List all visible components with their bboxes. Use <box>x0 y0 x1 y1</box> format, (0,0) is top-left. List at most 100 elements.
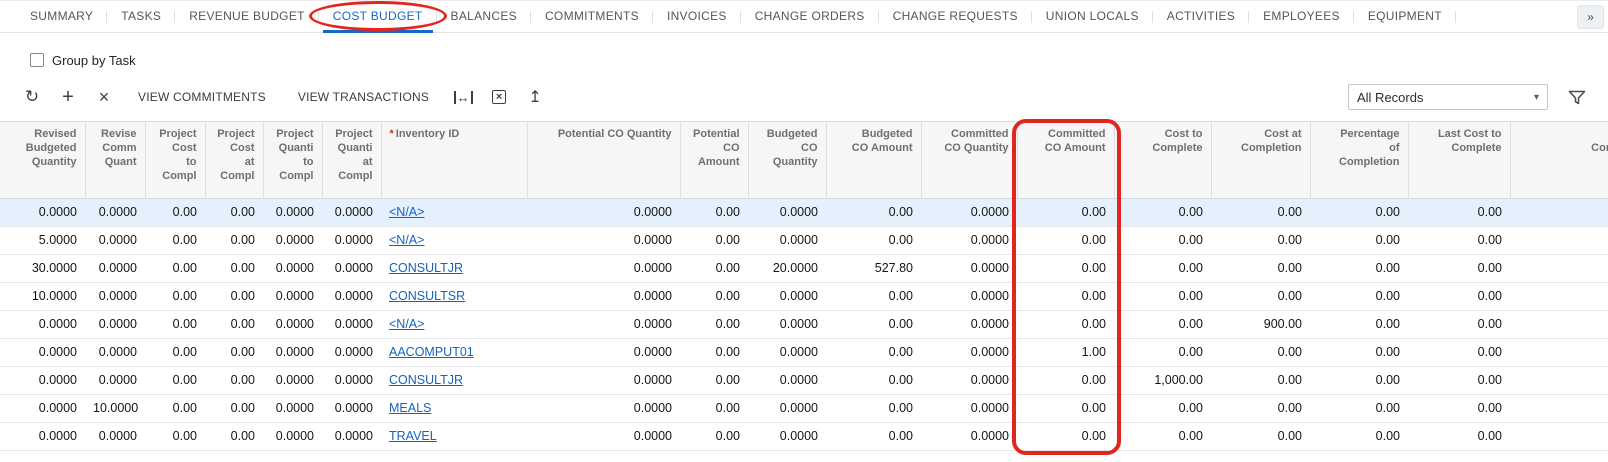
cell-potential-co-quantity[interactable]: 0.0000 <box>527 310 680 338</box>
inventory-id-link[interactable]: <N/A> <box>389 233 424 247</box>
inventory-id-link[interactable]: TRAVEL <box>389 429 437 443</box>
table-row[interactable]: 30.00000.00000.000.000.00000.0000CONSULT… <box>0 254 1608 282</box>
cell-project-cost-to-complete[interactable]: 0.00 <box>145 394 205 422</box>
cell-project-cost-to-complete[interactable]: 0.00 <box>145 254 205 282</box>
cell-budgeted-co-amount[interactable]: 0.00 <box>826 366 921 394</box>
cell-project-quantity-at-completion[interactable]: 0.0000 <box>322 338 381 366</box>
cell-cost-at-completion[interactable]: 0.00 <box>1211 282 1310 310</box>
column-header-last-completion[interactable]: LastComple <box>1510 122 1608 198</box>
cell-project-quantity-to-complete[interactable]: 0.0000 <box>263 422 322 450</box>
cell-project-cost-to-complete[interactable]: 0.00 <box>145 226 205 254</box>
cell-cost-to-complete[interactable]: 0.00 <box>1114 226 1211 254</box>
cell-project-quantity-at-completion[interactable]: 0.0000 <box>322 366 381 394</box>
cell-project-quantity-to-complete[interactable]: 0.0000 <box>263 254 322 282</box>
cell-committed-co-quantity[interactable]: 0.0000 <box>921 310 1017 338</box>
cell-potential-co-amount[interactable]: 0.00 <box>680 422 748 450</box>
cell-potential-co-amount[interactable]: 0.00 <box>680 366 748 394</box>
cell-last-cost-to-complete[interactable]: 0.00 <box>1408 366 1510 394</box>
column-header-percentage-of-completion[interactable]: PercentageofCompletion <box>1310 122 1408 198</box>
cell-project-cost-to-complete[interactable]: 0.00 <box>145 366 205 394</box>
table-row[interactable]: 0.00000.00000.000.000.00000.0000<N/A>0.0… <box>0 198 1608 226</box>
tab-equipment[interactable]: EQUIPMENT <box>1354 1 1456 32</box>
cell-project-cost-at-completion[interactable]: 0.00 <box>205 422 263 450</box>
cell-budgeted-co-quantity[interactable]: 20.0000 <box>748 254 826 282</box>
cell-project-cost-at-completion[interactable]: 0.00 <box>205 338 263 366</box>
tab-invoices[interactable]: INVOICES <box>653 1 741 32</box>
cell-budgeted-co-quantity[interactable]: 0.0000 <box>748 366 826 394</box>
cell-committed-co-amount[interactable]: 0.00 <box>1017 226 1114 254</box>
cell-cost-to-complete[interactable]: 0.00 <box>1114 338 1211 366</box>
cell-revised-budgeted-quantity[interactable]: 30.0000 <box>0 254 85 282</box>
cell-committed-co-quantity[interactable]: 0.0000 <box>921 338 1017 366</box>
inventory-id-link[interactable]: CONSULTJR <box>389 261 463 275</box>
cell-last-cost-to-complete[interactable]: 0.00 <box>1408 254 1510 282</box>
cell-revised-budgeted-quantity[interactable]: 5.0000 <box>0 226 85 254</box>
tab-change-requests[interactable]: CHANGE REQUESTS <box>879 1 1032 32</box>
cell-budgeted-co-amount[interactable]: 527.80 <box>826 254 921 282</box>
table-row[interactable]: 0.00000.00000.000.000.00000.0000CONSULTJ… <box>0 366 1608 394</box>
tab-revenue-budget[interactable]: REVENUE BUDGET <box>175 1 319 32</box>
cell-cost-at-completion[interactable]: 0.00 <box>1211 366 1310 394</box>
cell-committed-co-amount[interactable]: 0.00 <box>1017 310 1114 338</box>
cell-potential-co-quantity[interactable]: 0.0000 <box>527 338 680 366</box>
cell-project-quantity-at-completion[interactable]: 0.0000 <box>322 254 381 282</box>
column-header-potential-co-amount[interactable]: PotentialCOAmount <box>680 122 748 198</box>
cell-committed-co-quantity[interactable]: 0.0000 <box>921 422 1017 450</box>
column-header-revised-committed-quantity[interactable]: ReviseCommQuant <box>85 122 145 198</box>
cell-project-quantity-to-complete[interactable]: 0.0000 <box>263 226 322 254</box>
cell-potential-co-amount[interactable]: 0.00 <box>680 198 748 226</box>
cell-percentage-of-completion[interactable]: 0.00 <box>1310 422 1408 450</box>
cell-project-quantity-at-completion[interactable]: 0.0000 <box>322 282 381 310</box>
column-header-committed-co-amount[interactable]: CommittedCO Amount <box>1017 122 1114 198</box>
column-header-budgeted-co-amount[interactable]: BudgetedCO Amount <box>826 122 921 198</box>
cell-budgeted-co-quantity[interactable]: 0.0000 <box>748 394 826 422</box>
cell-committed-co-amount[interactable]: 0.00 <box>1017 198 1114 226</box>
cell-budgeted-co-quantity[interactable]: 0.0000 <box>748 338 826 366</box>
cell-revised-committed-quantity[interactable]: 0.0000 <box>85 366 145 394</box>
cell-potential-co-quantity[interactable]: 0.0000 <box>527 394 680 422</box>
cell-revised-budgeted-quantity[interactable]: 10.0000 <box>0 282 85 310</box>
cell-project-cost-to-complete[interactable]: 0.00 <box>145 338 205 366</box>
cell-project-quantity-at-completion[interactable]: 0.0000 <box>322 226 381 254</box>
tab-commitments[interactable]: COMMITMENTS <box>531 1 653 32</box>
column-header-project-quantity-to-complete[interactable]: ProjectQuantitoCompl <box>263 122 322 198</box>
cell-project-quantity-to-complete[interactable]: 0.0000 <box>263 394 322 422</box>
cell-potential-co-quantity[interactable]: 0.0000 <box>527 226 680 254</box>
view-transactions-button[interactable]: VIEW TRANSACTIONS <box>282 82 445 112</box>
table-row[interactable]: 5.00000.00000.000.000.00000.0000<N/A>0.0… <box>0 226 1608 254</box>
cell-potential-co-amount[interactable]: 0.00 <box>680 310 748 338</box>
cell-percentage-of-completion[interactable]: 0.00 <box>1310 394 1408 422</box>
cell-cost-to-complete[interactable]: 0.00 <box>1114 198 1211 226</box>
cell-cost-to-complete[interactable]: 0.00 <box>1114 422 1211 450</box>
inventory-id-link[interactable]: CONSULTSR <box>389 289 465 303</box>
column-header-project-cost-to-complete[interactable]: ProjectCosttoCompl <box>145 122 205 198</box>
cell-committed-co-quantity[interactable]: 0.0000 <box>921 254 1017 282</box>
cell-committed-co-amount[interactable]: 0.00 <box>1017 394 1114 422</box>
table-row[interactable]: 0.00000.00000.000.000.00000.0000AACOMPUT… <box>0 338 1608 366</box>
cell-committed-co-quantity[interactable]: 0.0000 <box>921 226 1017 254</box>
tab-tasks[interactable]: TASKS <box>107 1 175 32</box>
fit-to-screen-icon[interactable]: ↔ <box>445 82 481 112</box>
cell-budgeted-co-amount[interactable]: 0.00 <box>826 422 921 450</box>
cell-revised-committed-quantity[interactable]: 0.0000 <box>85 422 145 450</box>
cell-committed-co-amount[interactable]: 1.00 <box>1017 338 1114 366</box>
cell-project-quantity-to-complete[interactable]: 0.0000 <box>263 366 322 394</box>
cell-project-quantity-to-complete[interactable]: 0.0000 <box>263 282 322 310</box>
cell-percentage-of-completion[interactable]: 0.00 <box>1310 366 1408 394</box>
cell-percentage-of-completion[interactable]: 0.00 <box>1310 198 1408 226</box>
add-row-icon[interactable]: + <box>50 82 86 112</box>
cell-last-completion[interactable]: 0.00 <box>1510 254 1608 282</box>
cell-percentage-of-completion[interactable]: 0.00 <box>1310 254 1408 282</box>
inventory-id-link[interactable]: <N/A> <box>389 317 424 331</box>
cell-revised-committed-quantity[interactable]: 0.0000 <box>85 338 145 366</box>
column-header-revised-budgeted-quantity[interactable]: RevisedBudgetedQuantity <box>0 122 85 198</box>
column-header-budgeted-co-quantity[interactable]: BudgetedCOQuantity <box>748 122 826 198</box>
cell-potential-co-amount[interactable]: 0.00 <box>680 282 748 310</box>
cell-project-quantity-to-complete[interactable]: 0.0000 <box>263 338 322 366</box>
cell-cost-at-completion[interactable]: 900.00 <box>1211 310 1310 338</box>
cell-committed-co-amount[interactable]: 0.00 <box>1017 422 1114 450</box>
cell-project-quantity-to-complete[interactable]: 0.0000 <box>263 310 322 338</box>
cell-cost-at-completion[interactable]: 0.00 <box>1211 254 1310 282</box>
cell-project-quantity-at-completion[interactable]: 0.0000 <box>322 422 381 450</box>
cell-budgeted-co-amount[interactable]: 0.00 <box>826 226 921 254</box>
